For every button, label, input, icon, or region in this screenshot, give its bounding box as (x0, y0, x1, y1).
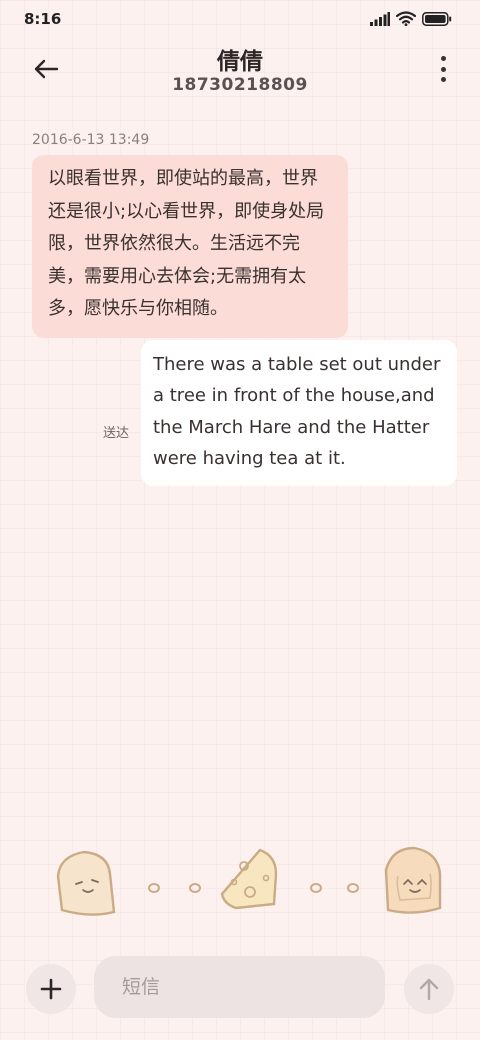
plus-icon (40, 978, 62, 1000)
status-time: 8:16 (24, 10, 62, 28)
message-composer (0, 940, 480, 1040)
status-icons (370, 11, 452, 26)
delivery-status: 送达 (103, 426, 130, 441)
wifi-icon (396, 11, 416, 26)
status-bar: 8:16 (0, 0, 480, 40)
battery-icon (422, 11, 452, 26)
more-vertical-icon (440, 56, 446, 61)
contact-name: 倩倩 (217, 49, 263, 75)
toast-illustration (384, 846, 442, 914)
send-arrow-icon (419, 978, 439, 1001)
more-vertical-icon-dot (440, 66, 446, 72)
message-input[interactable] (94, 956, 385, 1018)
cheese-illustration (220, 848, 278, 910)
incoming-message-bubble[interactable]: 以眼看世界，即使站的最高，世界还是很小;以心看世界，即使身处局限，世界依然很大。… (32, 155, 348, 338)
message-timestamp: 2016-6-13 13:49 (32, 132, 150, 148)
more-options-button[interactable] (436, 56, 450, 82)
more-vertical-icon-dot (440, 77, 446, 82)
add-attachment-button[interactable] (26, 964, 76, 1014)
signal-icon (370, 11, 390, 26)
phone-number: 18730218809 (172, 75, 308, 95)
decorative-illustration (56, 846, 442, 916)
toast-illustration (56, 850, 116, 916)
outgoing-message-bubble[interactable]: There was a table set out under a tree i… (141, 340, 457, 487)
conversation-header: 倩倩 18730218809 (0, 40, 480, 110)
send-button[interactable] (404, 964, 454, 1014)
